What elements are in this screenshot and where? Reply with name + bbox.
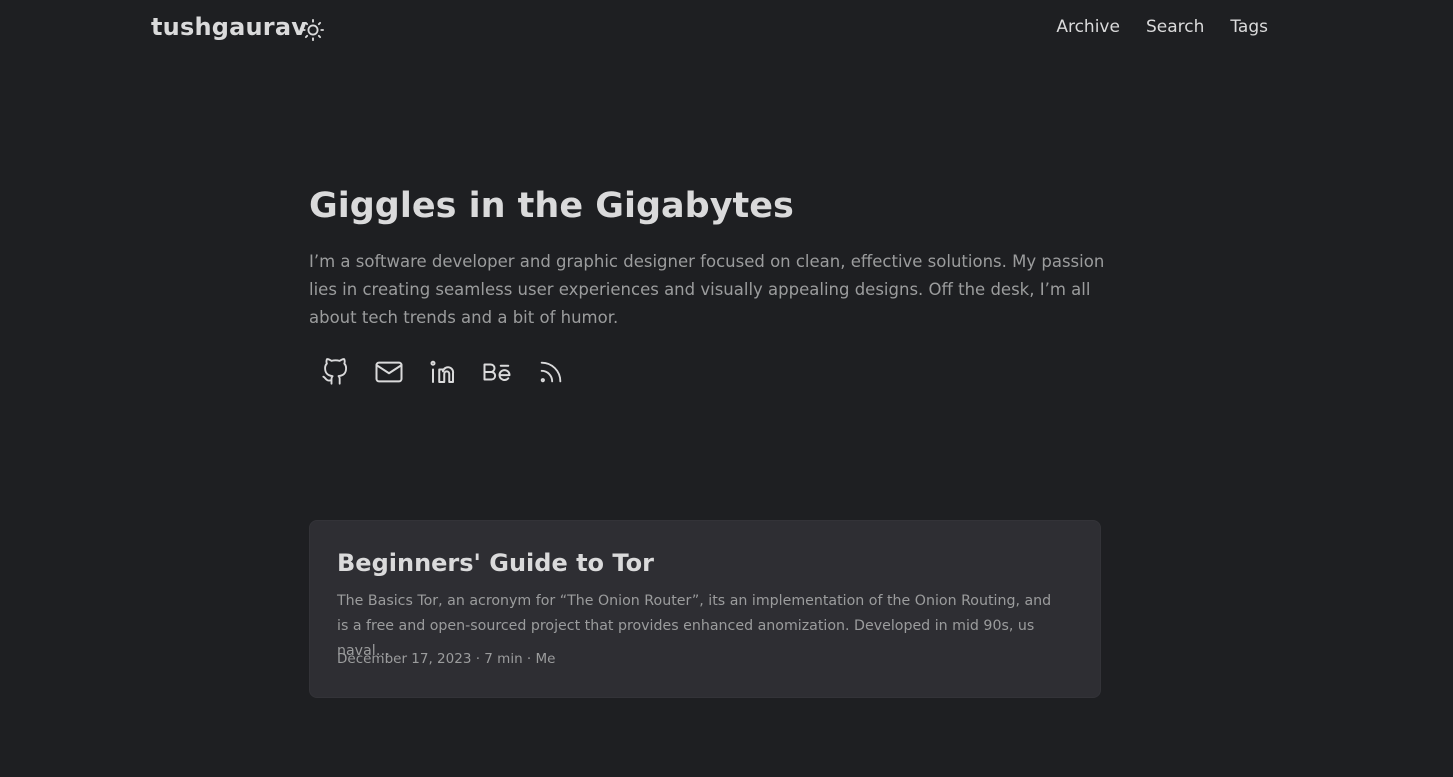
post-title[interactable]: Beginners' Guide to Tor xyxy=(337,549,654,577)
nav-archive[interactable]: Archive xyxy=(1056,17,1120,37)
home-description: I’m a software developer and graphic des… xyxy=(309,252,1105,327)
rss-icon[interactable] xyxy=(533,354,569,390)
main-nav: Archive Search Tags xyxy=(1056,17,1268,37)
site-header: tushgaurav Archive Search Tags xyxy=(0,0,1453,60)
linkedin-icon[interactable] xyxy=(425,354,461,390)
email-icon[interactable] xyxy=(371,354,407,390)
github-icon[interactable] xyxy=(317,354,353,390)
site-logo[interactable]: tushgaurav xyxy=(151,13,307,41)
social-icons xyxy=(317,354,569,390)
behance-icon[interactable] xyxy=(479,354,515,390)
post-meta: December 17, 2023 · 7 min · Me xyxy=(337,651,556,667)
nav-tags[interactable]: Tags xyxy=(1230,17,1268,37)
home-title: Giggles in the Gigabytes xyxy=(309,186,794,226)
post-card[interactable]: Beginners' Guide to Tor The Basics Tor, … xyxy=(309,520,1101,698)
sun-icon[interactable] xyxy=(302,19,324,41)
nav-search[interactable]: Search xyxy=(1146,17,1204,37)
